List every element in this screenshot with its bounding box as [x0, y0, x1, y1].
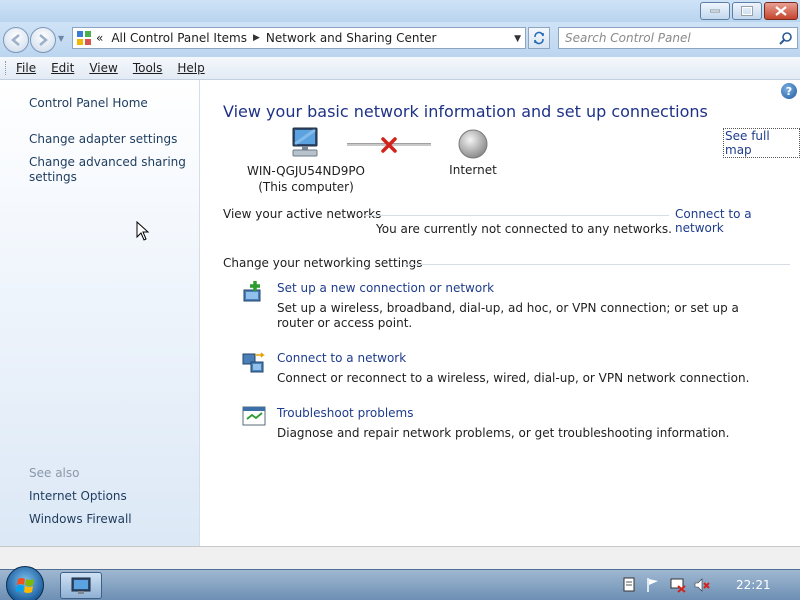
- new-connection-icon: [243, 281, 261, 302]
- menu-edit[interactable]: Edit: [51, 61, 74, 75]
- status-bar: [0, 546, 800, 569]
- change-networking-heading: Change your networking settings: [223, 256, 423, 270]
- close-button[interactable]: [764, 2, 798, 20]
- taskbar-network-center-button[interactable]: [60, 572, 102, 599]
- connect-network-icon: [242, 352, 265, 373]
- maximize-icon: [741, 6, 753, 16]
- action-center-flag-icon[interactable]: [622, 577, 636, 593]
- menu-edit-label: Edit: [51, 61, 75, 75]
- forward-button[interactable]: [30, 27, 56, 53]
- start-button[interactable]: [6, 566, 44, 600]
- windows-logo-icon: [16, 578, 34, 593]
- search-box[interactable]: [558, 27, 798, 49]
- connect-to-network-link[interactable]: Connect to a network: [675, 207, 800, 235]
- search-input[interactable]: [565, 28, 775, 48]
- clock[interactable]: 22:21: [736, 578, 771, 592]
- recent-pages-dropdown[interactable]: ▼: [58, 34, 68, 44]
- internet-options-link[interactable]: Internet Options: [29, 489, 127, 504]
- connect-network-description: Connect or reconnect to a wireless, wire…: [277, 371, 750, 385]
- internet-globe-icon: [458, 129, 488, 159]
- back-arrow-icon: [11, 34, 20, 46]
- see-also-heading: See also: [29, 466, 80, 480]
- breadcrumb-overflow[interactable]: «: [96, 31, 103, 45]
- breadcrumb-all-control-panel-items[interactable]: All Control Panel Items: [111, 31, 247, 45]
- connect-network-link[interactable]: Connect to a network: [277, 351, 406, 365]
- breadcrumb-network-sharing-center[interactable]: Network and Sharing Center: [266, 31, 437, 45]
- address-bar[interactable]: « All Control Panel Items ▶ Network and …: [72, 27, 526, 49]
- left-navigation-pane: Control Panel Home Change adapter settin…: [0, 80, 200, 546]
- mouse-cursor-icon: [136, 221, 150, 241]
- flag-icon[interactable]: [646, 577, 660, 593]
- menu-tools[interactable]: Tools: [133, 61, 163, 75]
- section-divider: [405, 264, 790, 265]
- computer-subtitle: (This computer): [258, 180, 354, 194]
- computer-icon: [292, 127, 318, 157]
- change-adapter-settings-link[interactable]: Change adapter settings: [29, 132, 177, 147]
- control-panel-home-link[interactable]: Control Panel Home: [29, 96, 148, 111]
- menu-bar: File Edit View Tools Help: [0, 57, 800, 80]
- minimize-icon: [710, 9, 720, 13]
- change-advanced-sharing-link[interactable]: Change advanced sharing settings: [29, 155, 189, 185]
- refresh-button[interactable]: [528, 27, 550, 49]
- back-button[interactable]: [3, 27, 29, 53]
- disconnected-x-icon: [381, 137, 397, 153]
- menu-view-label: View: [89, 61, 118, 75]
- menu-file[interactable]: File: [16, 61, 36, 75]
- menu-help-label: Help: [177, 61, 205, 75]
- computer-name-label: WIN-QGJU54ND9PO (This computer): [241, 163, 371, 195]
- section-divider: [364, 215, 669, 216]
- menu-grip: [5, 61, 8, 75]
- close-icon: [775, 6, 787, 16]
- menu-view[interactable]: View: [89, 61, 117, 75]
- network-disconnected-icon[interactable]: [670, 577, 686, 593]
- menu-help[interactable]: Help: [177, 61, 204, 75]
- not-connected-message: You are currently not connected to any n…: [376, 222, 672, 236]
- menu-tools-label: Tools: [132, 61, 163, 75]
- troubleshoot-icon: [242, 406, 266, 426]
- menu-file-label: File: [16, 61, 37, 75]
- forward-arrow-icon: [39, 34, 48, 46]
- internet-label: Internet: [449, 163, 497, 177]
- window-title-bar: [0, 0, 800, 22]
- help-icon[interactable]: ?: [781, 83, 797, 99]
- see-full-map-link[interactable]: See full map: [723, 128, 800, 158]
- troubleshoot-link[interactable]: Troubleshoot problems: [277, 406, 413, 420]
- address-dropdown-icon[interactable]: ▼: [514, 34, 521, 44]
- volume-muted-icon[interactable]: [694, 577, 710, 593]
- address-toolbar: ▼ « All Control Panel Items ▶ Network an…: [0, 22, 800, 57]
- taskbar: 22:21: [0, 566, 800, 600]
- breadcrumb-separator-icon[interactable]: ▶: [253, 33, 260, 43]
- search-icon[interactable]: [779, 31, 793, 45]
- windows-firewall-link[interactable]: Windows Firewall: [29, 512, 132, 527]
- network-center-icon: [71, 577, 91, 594]
- minimize-button[interactable]: [700, 2, 730, 20]
- maximize-button[interactable]: [732, 2, 762, 20]
- computer-name: WIN-QGJU54ND9PO: [246, 164, 366, 178]
- control-panel-icon: [77, 31, 91, 45]
- active-networks-heading: View your active networks: [223, 207, 382, 221]
- troubleshoot-description: Diagnose and repair network problems, or…: [277, 426, 730, 440]
- refresh-icon: [534, 31, 544, 45]
- main-content-pane: ? View your basic network information an…: [201, 80, 800, 546]
- setup-connection-link[interactable]: Set up a new connection or network: [277, 281, 494, 295]
- setup-connection-description: Set up a wireless, broadband, dial-up, a…: [277, 301, 739, 330]
- page-title: View your basic network information and …: [223, 102, 708, 121]
